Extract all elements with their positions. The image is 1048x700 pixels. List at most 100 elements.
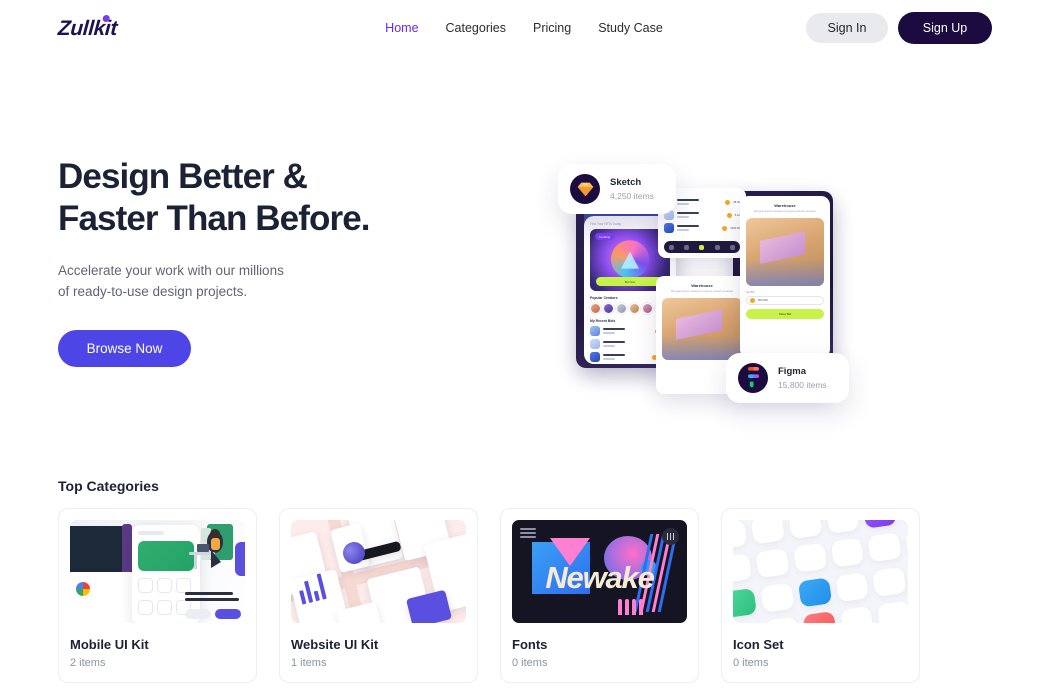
sketch-diamond-icon	[570, 174, 600, 204]
category-card-mobile-ui-kit[interactable]: Mobile UI Kit 2 items	[58, 508, 257, 683]
floating-card-text: Figma 15,800 items	[778, 366, 827, 389]
sketch-name: Sketch	[610, 177, 642, 189]
floating-card-figma[interactable]: Figma 15,800 items	[726, 353, 849, 403]
category-card-fonts[interactable]: Newake Fonts 0 items	[500, 508, 699, 683]
figma-name: Figma	[778, 366, 806, 378]
mockup-tab-bar	[664, 241, 740, 253]
site-header: Zullkit Home Categories Pricing Study Ca…	[0, 0, 1048, 56]
icon-tile	[792, 543, 827, 574]
mockup-price: 1250.00	[730, 226, 740, 230]
category-card-icon-set[interactable]: Icon Set 0 items	[721, 508, 920, 683]
floating-card-sketch[interactable]: Sketch 4,250 items	[558, 164, 676, 214]
hero-subtitle-line-1: Accelerate your work with our millions	[58, 263, 284, 278]
floating-card-text: Sketch 4,250 items	[610, 177, 654, 200]
hero-title: Design Better & Faster Than Before.	[58, 156, 498, 240]
top-categories-heading: Top Categories	[58, 478, 159, 494]
browse-now-button[interactable]: Browse Now	[58, 330, 191, 367]
mockup-bid-value: 500.000	[758, 299, 768, 302]
icon-tile	[733, 621, 762, 623]
mockup-warehouse-sub: Menggambarkan betapa pentingnya sebuah p…	[670, 290, 734, 293]
icon-tile-red	[802, 610, 837, 623]
icon-tile	[755, 548, 790, 579]
icon-tile	[839, 605, 874, 623]
sign-up-button[interactable]: Sign Up	[898, 12, 992, 44]
category-count: 2 items	[70, 657, 106, 669]
icon-tile	[905, 527, 908, 558]
hero-copy: Design Better & Faster Than Before. Acce…	[58, 56, 498, 476]
coin-icon	[750, 298, 755, 303]
icon-tile	[877, 600, 908, 623]
hero-section: Design Better & Faster Than Before. Acce…	[0, 56, 1048, 476]
nav-item-study-case[interactable]: Study Case	[598, 21, 663, 35]
main-nav: Home Categories Pricing Study Case	[385, 21, 663, 35]
icon-tile	[787, 520, 823, 540]
tabbar-active-icon	[699, 244, 705, 250]
mockup-place-bid-button: Place Bid	[746, 309, 824, 319]
icon-tile	[750, 520, 785, 545]
icon-tile	[830, 537, 865, 568]
category-thumbnail	[70, 520, 245, 623]
mockup-warehouse-image	[746, 218, 824, 286]
icon-tile-purple	[862, 520, 898, 529]
nft-art-triangle	[621, 251, 639, 269]
icon-tile	[764, 616, 799, 623]
figma-item-count: 15,800 items	[778, 379, 827, 390]
icon-tile	[834, 571, 870, 602]
mockup-warehouse-image	[662, 298, 742, 360]
hero-subtitle-line-2: of ready-to-use design projects.	[58, 284, 248, 299]
icon-tile	[733, 553, 752, 584]
category-thumbnail: Newake	[512, 520, 687, 623]
icon-tile	[900, 520, 908, 524]
category-thumbnail	[291, 520, 466, 623]
category-count: 0 items	[512, 657, 548, 669]
category-name: Website UI Kit	[291, 637, 379, 652]
category-card-website-ui-kit[interactable]: Website UI Kit 1 items	[279, 508, 478, 683]
icon-tile	[760, 582, 795, 613]
category-card-list: Mobile UI Kit 2 items Website UI Kit 1 i…	[58, 508, 990, 683]
mockup-place-bid-label: Place Bid	[779, 312, 791, 316]
category-thumbnail	[733, 520, 908, 623]
icon-tile-blue	[797, 576, 832, 607]
mockup-price: 28.40	[733, 200, 740, 204]
mockup-warehouse-title: Warehouse	[691, 283, 713, 288]
sign-in-button[interactable]: Sign In	[806, 13, 888, 43]
mockup-bid-input: 500.000	[746, 296, 824, 305]
nav-item-categories[interactable]: Categories	[446, 21, 506, 35]
mockup-panel-warehouse-right: Warehouse Menggambarkan betapa pentingny…	[740, 196, 830, 358]
auth-actions: Sign In Sign Up	[806, 12, 992, 44]
poster-badge-icon	[662, 528, 679, 545]
icon-grid	[733, 520, 908, 623]
category-name: Fonts	[512, 637, 548, 652]
mockup-warehouse-sub: Menggambarkan betapa pentingnya sebuah p…	[753, 210, 817, 213]
desk-illustration-icon	[189, 524, 233, 569]
category-count: 1 items	[291, 657, 327, 669]
sketch-item-count: 4,250 items	[610, 190, 654, 201]
hero-subtitle: Accelerate your work with our millions o…	[58, 260, 498, 302]
icon-tile	[872, 566, 907, 597]
tabbar-home-icon	[669, 244, 675, 250]
mockup-bid-label: Set Bid	[746, 291, 755, 294]
category-name: Icon Set	[733, 637, 784, 652]
logo-dot-icon	[102, 14, 110, 22]
brand-logo[interactable]: Zullkit	[57, 14, 118, 40]
tabbar-user-icon	[729, 244, 735, 250]
category-name: Mobile UI Kit	[70, 637, 149, 652]
tabbar-bag-icon	[714, 244, 720, 250]
hero-title-line-1: Design Better &	[58, 157, 308, 196]
mockup-nft-bid-button: Bid Now	[596, 277, 664, 286]
figma-logo-icon	[738, 363, 768, 393]
nav-item-pricing[interactable]: Pricing	[533, 21, 571, 35]
top-categories-section: Top Categories Mobile UI Kit 2 items Web…	[0, 478, 1048, 683]
nav-item-home[interactable]: Home	[385, 21, 418, 35]
icon-tile	[733, 520, 748, 550]
mockup-warehouse-title: Warehouse	[774, 203, 796, 208]
poster-corner-lines-icon	[520, 528, 536, 540]
poster-word: Newake	[545, 559, 654, 595]
icon-tile	[825, 520, 860, 534]
mockup-nft-badge: Trending	[595, 233, 614, 240]
tabbar-grid-icon	[684, 244, 690, 250]
icon-tile	[867, 532, 902, 563]
icon-tile-green	[733, 587, 757, 618]
hero-title-line-2: Faster Than Before.	[58, 199, 370, 238]
mockup-nft-bid-label: Bid Now	[624, 279, 636, 284]
